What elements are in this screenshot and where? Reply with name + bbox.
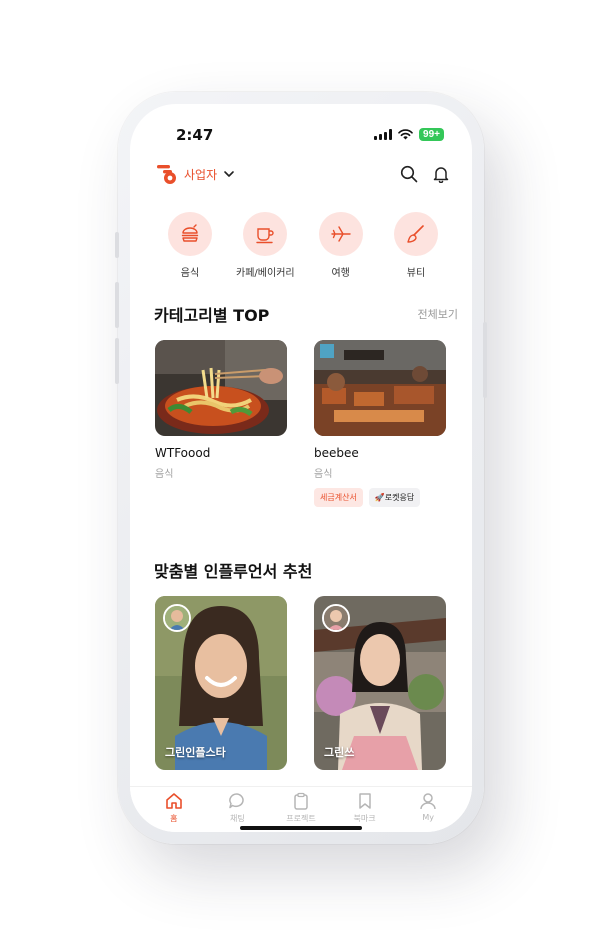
category-shortcuts: 음식 카페/베이커리 여행 뷰티 xyxy=(156,212,450,279)
category-beauty[interactable]: 뷰티 xyxy=(382,212,450,279)
tab-label: 홈 xyxy=(170,814,178,823)
tab-label: My xyxy=(422,813,434,822)
status-time: 2:47 xyxy=(176,126,214,144)
store-card[interactable]: WTFoood 음식 xyxy=(155,340,287,480)
side-button xyxy=(115,232,119,258)
category-beauty-circle[interactable] xyxy=(393,212,438,256)
influencer-avatar xyxy=(163,604,191,632)
home-icon xyxy=(165,793,182,809)
volume-up-button xyxy=(115,282,119,328)
see-all-link[interactable]: 전체보기 xyxy=(418,306,458,322)
influencer-card[interactable]: 그린쓰 xyxy=(314,596,446,770)
category-label: 카페/베이커리 xyxy=(236,268,295,279)
category-cafe-bakery[interactable]: 카페/베이커리 xyxy=(231,212,299,279)
influencer-name: 그린쓰 xyxy=(324,746,355,759)
clipboard-icon xyxy=(294,792,308,810)
volume-down-button xyxy=(115,338,119,384)
rocket-response-badge: 🚀로켓응답 xyxy=(368,488,421,507)
store-category: 음식 xyxy=(314,469,333,480)
store-tags: 세금계산서 🚀로켓응답 xyxy=(314,488,446,507)
burger-icon xyxy=(181,224,199,242)
bookmark-icon xyxy=(358,793,371,809)
store-card[interactable]: beebee 음식 세금계산서 🚀로켓응답 xyxy=(314,340,446,507)
chevron-down-icon[interactable] xyxy=(223,168,235,180)
status-bar: 2:47 99+ xyxy=(130,124,472,146)
influencer-card[interactable]: 그린인플스타 xyxy=(155,596,287,770)
store-name: beebee xyxy=(314,446,359,460)
airplane-icon xyxy=(330,226,351,242)
influencer-name: 그린인플스타 xyxy=(165,746,226,759)
store-name: WTFoood xyxy=(155,446,211,460)
category-label: 음식 xyxy=(180,268,200,279)
category-food[interactable]: 음식 xyxy=(156,212,224,279)
coffee-cup-icon xyxy=(256,228,275,244)
category-travel-circle[interactable] xyxy=(318,212,363,256)
store-category: 음식 xyxy=(155,469,174,480)
tab-label: 북마크 xyxy=(353,814,376,823)
store-card-image-noodles[interactable] xyxy=(155,340,287,436)
tab-label: 프로젝트 xyxy=(286,814,316,823)
tab-label: 채팅 xyxy=(230,814,245,823)
section-title-influencers: 맞춤별 인플루언서 추천 xyxy=(154,562,313,581)
power-button xyxy=(483,322,487,398)
bell-icon[interactable] xyxy=(432,165,450,183)
influencer-avatar xyxy=(322,604,350,632)
tax-invoice-badge: 세금계산서 xyxy=(314,488,363,507)
battery-indicator: 99+ xyxy=(419,128,444,141)
home-indicator[interactable] xyxy=(240,826,362,830)
brand-logo-icon xyxy=(157,165,176,184)
category-travel[interactable]: 여행 xyxy=(307,212,375,279)
app-screen: 2:47 99+ 사업자 음식 카페/베이커리 여행 뷰티 카테고리별 TOP … xyxy=(130,104,472,832)
phone-frame: 2:47 99+ 사업자 음식 카페/베이커리 여행 뷰티 카테고리별 TOP … xyxy=(115,92,487,844)
tab-home[interactable]: 홈 xyxy=(148,791,200,832)
category-label: 여행 xyxy=(331,268,350,279)
chat-icon xyxy=(229,793,245,809)
app-header: 사업자 xyxy=(156,160,450,188)
section-title-category-top: 카테고리별 TOP xyxy=(154,306,270,325)
search-icon[interactable] xyxy=(400,165,418,183)
tab-my[interactable]: My xyxy=(402,791,454,832)
category-cafe-circle[interactable] xyxy=(243,212,288,256)
wifi-icon xyxy=(398,129,413,140)
user-icon xyxy=(420,793,436,810)
business-mode-selector[interactable]: 사업자 xyxy=(184,166,217,183)
store-card-image-market[interactable] xyxy=(314,340,446,436)
brush-icon xyxy=(407,225,424,243)
category-food-circle[interactable] xyxy=(168,212,212,256)
cellular-signal-icon xyxy=(374,129,393,140)
category-label: 뷰티 xyxy=(406,268,426,279)
